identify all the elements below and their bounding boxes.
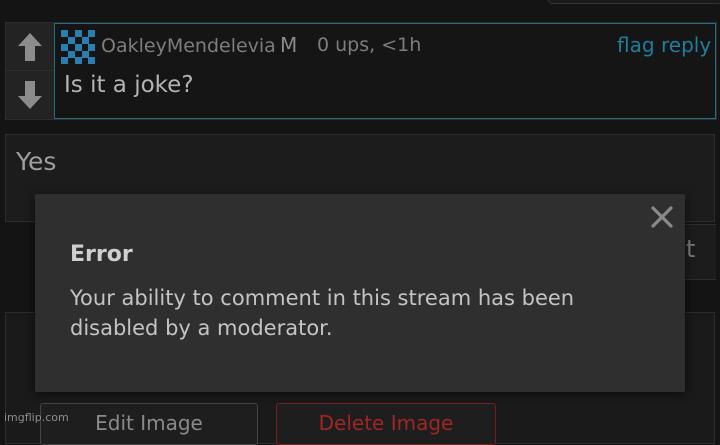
dialog-title: Error xyxy=(70,242,133,267)
reply-link[interactable]: reply xyxy=(661,33,711,57)
imgflip-watermark: imgflip.com xyxy=(4,411,69,424)
comment-meta: 0 ups, <1h xyxy=(317,34,422,56)
close-icon xyxy=(651,206,673,228)
mod-badge: M xyxy=(280,33,298,57)
flag-link[interactable]: flag xyxy=(617,33,655,57)
arrow-up-icon xyxy=(18,32,42,61)
delete-image-button[interactable]: Delete Image xyxy=(276,403,496,445)
comment-username[interactable]: OakleyMendelevia xyxy=(101,35,276,57)
arrow-down-icon xyxy=(18,80,42,109)
vote-column xyxy=(6,23,55,119)
top-panel-edge xyxy=(548,0,720,4)
comment-text: Is it a joke? xyxy=(64,72,194,98)
comment-body: OakleyMendelevia M 0 ups, <1h flag reply… xyxy=(54,23,716,119)
dialog-message: Your ability to comment in this stream h… xyxy=(70,286,575,340)
checker-avatar[interactable] xyxy=(61,30,95,64)
error-dialog: Error Your ability to comment in this st… xyxy=(35,194,685,392)
upvote-button[interactable] xyxy=(6,23,54,71)
downvote-button[interactable] xyxy=(6,71,54,118)
post-button-label: t xyxy=(686,235,696,263)
reply-textarea-value: Yes xyxy=(16,147,57,176)
comment-card: OakleyMendelevia M 0 ups, <1h flag reply… xyxy=(5,22,717,120)
edit-image-button[interactable]: Edit Image xyxy=(40,403,258,445)
close-button[interactable] xyxy=(647,202,677,232)
